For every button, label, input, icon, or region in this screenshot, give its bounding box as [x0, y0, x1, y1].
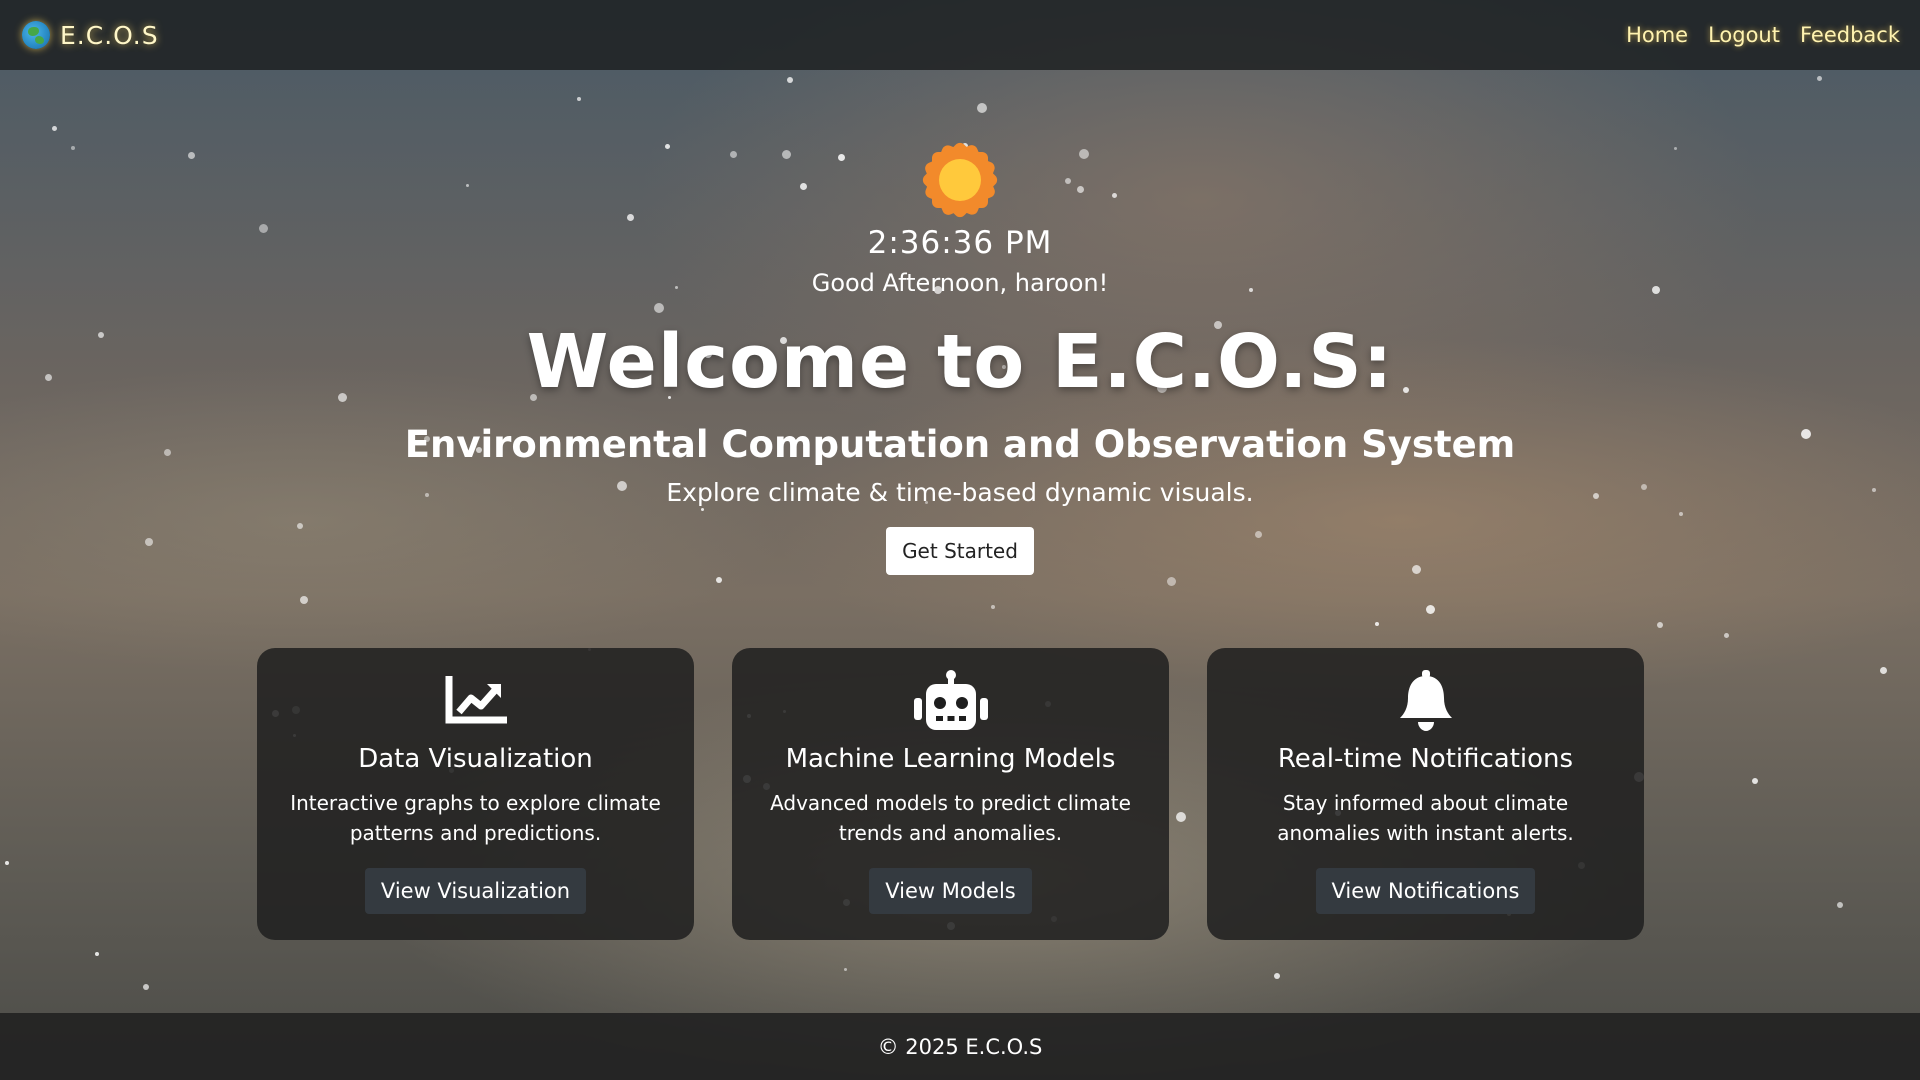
snowflake	[1817, 76, 1822, 81]
robot-icon	[912, 670, 990, 730]
snowflake	[1375, 622, 1379, 626]
clock-time: 2:36:36 PM	[867, 225, 1053, 261]
navbar: E.C.O.S Home Logout Feedback	[0, 0, 1920, 70]
globe-icon	[22, 21, 50, 49]
snowflake	[1167, 577, 1176, 586]
snowflake	[5, 861, 9, 865]
card-notifications: Real-time Notifications Stay informed ab…	[1207, 648, 1644, 940]
snowflake	[300, 596, 308, 604]
get-started-button[interactable]: Get Started	[886, 527, 1034, 575]
card-machine-learning: Machine Learning Models Advanced models …	[732, 648, 1169, 940]
brand-name: E.C.O.S	[60, 20, 159, 50]
nav-links: Home Logout Feedback	[1626, 23, 1900, 47]
card-title: Data Visualization	[358, 744, 593, 774]
hero-section: 2:36:36 PM Good Afternoon, haroon! Welco…	[0, 140, 1920, 575]
page-title: Welcome to E.C.O.S:	[526, 319, 1394, 405]
snowflake	[1657, 622, 1663, 628]
snowflake	[52, 126, 57, 131]
footer: © 2025 E.C.O.S	[0, 1013, 1920, 1080]
snowflake	[143, 984, 149, 990]
snowflake	[787, 77, 793, 83]
brand[interactable]: E.C.O.S	[22, 21, 159, 50]
snowflake	[1724, 633, 1729, 638]
feature-cards: Data Visualization Interactive graphs to…	[257, 648, 1645, 940]
card-title: Machine Learning Models	[785, 744, 1116, 774]
snowflake	[1880, 667, 1887, 674]
greeting-text: Good Afternoon, haroon!	[811, 269, 1109, 297]
nav-link-feedback[interactable]: Feedback	[1800, 23, 1900, 47]
snowflake	[716, 577, 722, 583]
tagline: Explore climate & time-based dynamic vis…	[666, 478, 1254, 507]
snowflake	[95, 952, 99, 956]
card-data-visualization: Data Visualization Interactive graphs to…	[257, 648, 694, 940]
view-visualization-button[interactable]: View Visualization	[364, 868, 587, 914]
snowflake	[991, 605, 995, 609]
card-description: Interactive graphs to explore climate pa…	[290, 791, 661, 845]
nav-link-logout[interactable]: Logout	[1708, 23, 1780, 47]
snowflake	[1837, 902, 1843, 908]
snowflake	[1274, 973, 1280, 979]
nav-link-home[interactable]: Home	[1626, 23, 1688, 47]
view-models-button[interactable]: View Models	[869, 868, 1032, 914]
snowflake	[844, 968, 847, 971]
copyright-text: © 2025 E.C.O.S	[877, 1034, 1043, 1059]
bell-icon	[1398, 670, 1454, 731]
snowflake	[1752, 778, 1758, 784]
view-notifications-button[interactable]: View Notifications	[1315, 868, 1536, 914]
card-description: Advanced models to predict climate trend…	[770, 791, 1131, 845]
snowflake	[1426, 605, 1435, 614]
snowflake	[977, 103, 987, 113]
chart-line-icon	[445, 672, 507, 730]
sun-icon	[920, 140, 1000, 220]
page-subtitle: Environmental Computation and Observatio…	[404, 423, 1516, 466]
snowflake	[665, 144, 670, 149]
snowflake	[577, 97, 581, 101]
card-description: Stay informed about climate anomalies wi…	[1277, 791, 1574, 845]
sun-icon-wrapper	[0, 140, 1920, 220]
card-title: Real-time Notifications	[1277, 744, 1574, 774]
